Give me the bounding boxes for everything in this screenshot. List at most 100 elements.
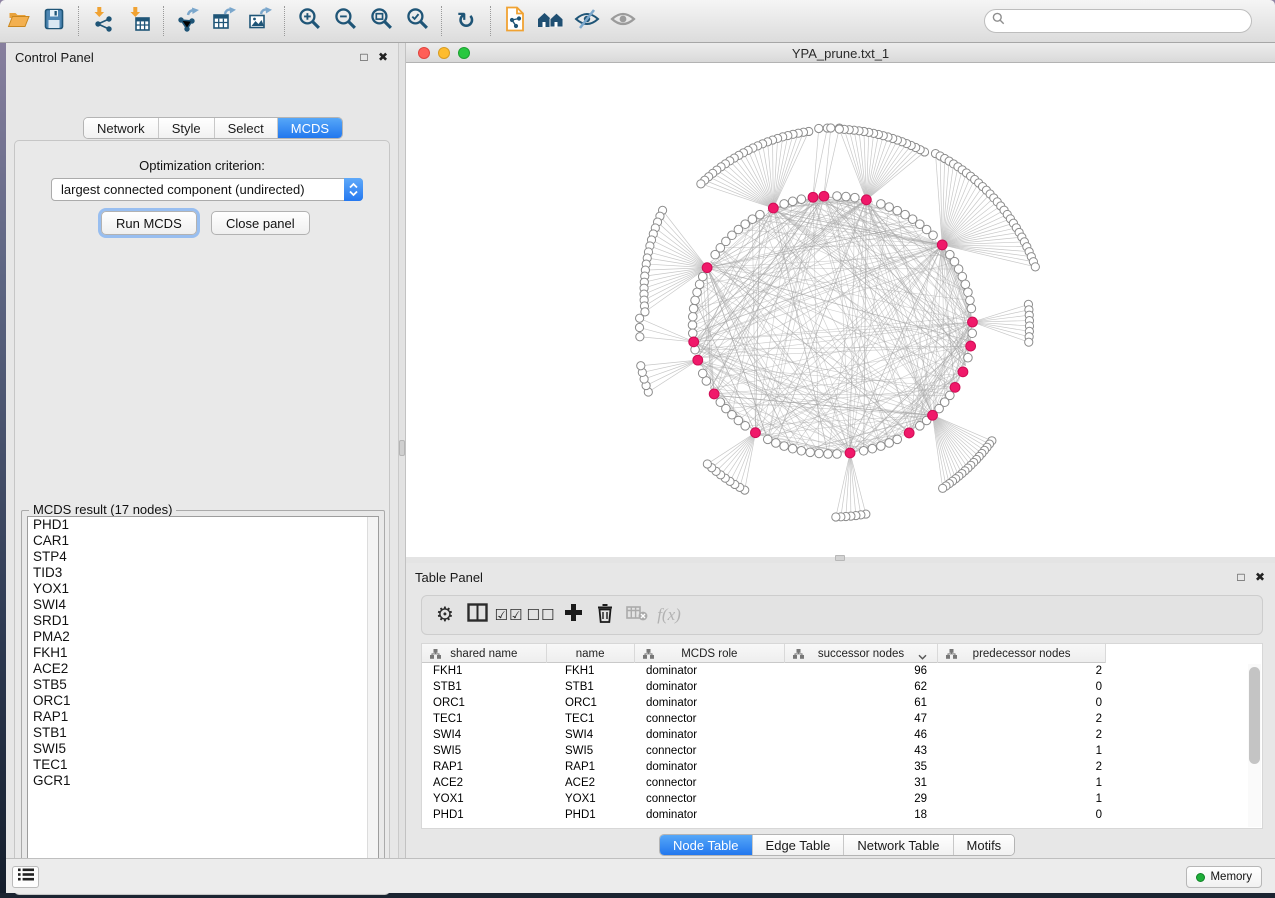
tab-network[interactable]: Network <box>84 118 158 138</box>
network-node[interactable] <box>893 435 902 444</box>
tab-motifs[interactable]: Motifs <box>953 835 1015 855</box>
zoom-selected-button[interactable] <box>399 4 435 38</box>
search-field[interactable] <box>984 9 1252 33</box>
network-node[interactable] <box>868 444 877 453</box>
network-node[interactable] <box>915 422 924 431</box>
mcds-result-item[interactable]: PMA2 <box>28 629 378 645</box>
optimization-criterion-select[interactable]: largest connected component (undirected) <box>51 178 363 201</box>
table-row[interactable]: FKH1FKH1dominator962 <box>422 663 1262 679</box>
network-node[interactable] <box>966 296 975 305</box>
network-node[interactable] <box>689 304 698 313</box>
unselect-all-columns-button[interactable]: ☐☐ <box>526 600 556 630</box>
zoom-in-button[interactable] <box>291 4 327 38</box>
network-node[interactable] <box>1031 263 1039 271</box>
mcds-hub-node[interactable] <box>958 367 968 377</box>
mcds-hub-node[interactable] <box>904 428 914 438</box>
mcds-hub-node[interactable] <box>702 263 712 273</box>
network-node[interactable] <box>851 193 860 202</box>
network-node[interactable] <box>832 513 840 521</box>
mcds-result-item[interactable]: STB5 <box>28 677 378 693</box>
close-panel-icon[interactable]: ✖ <box>1252 569 1268 585</box>
network-node[interactable] <box>797 446 806 455</box>
column-header-MCDS-role[interactable]: MCDS role <box>635 644 786 663</box>
mcds-hub-node[interactable] <box>768 203 778 213</box>
mcds-result-item[interactable]: SWI5 <box>28 741 378 757</box>
refresh-view-button[interactable]: ↻ <box>448 4 484 38</box>
table-row[interactable]: STB1STB1dominator620 <box>422 679 1262 695</box>
network-node[interactable] <box>756 210 765 219</box>
network-node[interactable] <box>693 288 702 297</box>
network-node[interactable] <box>968 329 977 338</box>
export-network-file-button[interactable] <box>497 4 533 38</box>
network-node[interactable] <box>1025 338 1033 346</box>
network-canvas[interactable] <box>406 63 1275 557</box>
mcds-hub-node[interactable] <box>928 410 938 420</box>
mcds-hub-node[interactable] <box>808 192 818 202</box>
search-input[interactable] <box>1009 14 1239 28</box>
zoom-fit-button[interactable] <box>363 4 399 38</box>
mcds-result-list[interactable]: PHD1CAR1STP4TID3YOX1SWI4SRD1PMA2FKH1ACE2… <box>27 516 379 868</box>
table-scrollbar[interactable] <box>1248 664 1261 827</box>
tab-network-table[interactable]: Network Table <box>843 835 952 855</box>
mcds-hub-node[interactable] <box>709 389 719 399</box>
network-node[interactable] <box>697 180 705 188</box>
float-panel-icon[interactable]: □ <box>1233 569 1249 585</box>
mcds-hub-node[interactable] <box>861 195 871 205</box>
show-column-button[interactable] <box>462 600 492 630</box>
network-node[interactable] <box>961 280 970 289</box>
table-settings-button[interactable]: ⚙ <box>430 600 460 630</box>
table-row[interactable]: TEC1TEC1connector472 <box>422 711 1262 727</box>
save-session-button[interactable] <box>36 4 72 38</box>
memory-button[interactable]: Memory <box>1186 866 1262 888</box>
network-node[interactable] <box>859 446 868 455</box>
close-panel-icon[interactable]: ✖ <box>375 49 391 65</box>
network-node[interactable] <box>929 231 938 240</box>
table-row[interactable]: PHD1PHD1dominator180 <box>422 807 1262 823</box>
task-history-button[interactable] <box>12 866 39 888</box>
table-row[interactable]: SWI4SWI4dominator462 <box>422 727 1262 743</box>
network-node[interactable] <box>964 353 973 362</box>
table-row[interactable]: SWI5SWI5connector431 <box>422 743 1262 759</box>
network-node[interactable] <box>698 369 707 378</box>
mcds-result-item[interactable]: SRD1 <box>28 613 378 629</box>
network-window-titlebar[interactable]: YPA_prune.txt_1 <box>406 43 1275 63</box>
mcds-result-item[interactable]: CAR1 <box>28 533 378 549</box>
network-node[interactable] <box>788 444 797 453</box>
tab-style[interactable]: Style <box>158 118 214 138</box>
network-node[interactable] <box>815 124 823 132</box>
table-row[interactable]: YOX1YOX1connector291 <box>422 791 1262 807</box>
create-column-button[interactable] <box>558 600 588 630</box>
network-node[interactable] <box>636 333 644 341</box>
open-file-button[interactable] <box>0 4 36 38</box>
network-node[interactable] <box>772 439 781 448</box>
network-node[interactable] <box>877 442 886 451</box>
network-node[interactable] <box>698 272 707 281</box>
import-network-button[interactable] <box>85 4 121 38</box>
table-row[interactable]: ACE2ACE2connector311 <box>422 775 1262 791</box>
mcds-result-item[interactable]: GCR1 <box>28 773 378 789</box>
hide-graphics-details-button[interactable] <box>569 4 605 38</box>
network-node[interactable] <box>893 206 902 215</box>
home-view-button[interactable] <box>533 4 569 38</box>
mcds-hub-node[interactable] <box>819 191 829 201</box>
network-node[interactable] <box>688 321 697 330</box>
mcds-hub-node[interactable] <box>950 382 960 392</box>
tab-select[interactable]: Select <box>214 118 277 138</box>
network-node[interactable] <box>815 449 824 458</box>
zoom-out-button[interactable] <box>327 4 363 38</box>
run-mcds-button[interactable]: Run MCDS <box>101 211 197 235</box>
network-node[interactable] <box>637 362 645 370</box>
mcds-hub-node[interactable] <box>845 448 855 458</box>
mcds-result-item[interactable]: TEC1 <box>28 757 378 773</box>
tab-node-table[interactable]: Node Table <box>660 835 752 855</box>
delete-column-button[interactable] <box>590 600 620 630</box>
network-node[interactable] <box>967 304 976 313</box>
network-node[interactable] <box>636 314 644 322</box>
mcds-hub-node[interactable] <box>751 428 761 438</box>
mcds-result-item[interactable]: SWI4 <box>28 597 378 613</box>
mcds-hub-node[interactable] <box>968 317 978 327</box>
network-node[interactable] <box>763 435 772 444</box>
table-row[interactable]: ORC1ORC1dominator610 <box>422 695 1262 711</box>
export-image-button[interactable] <box>242 4 278 38</box>
network-node[interactable] <box>885 203 894 212</box>
